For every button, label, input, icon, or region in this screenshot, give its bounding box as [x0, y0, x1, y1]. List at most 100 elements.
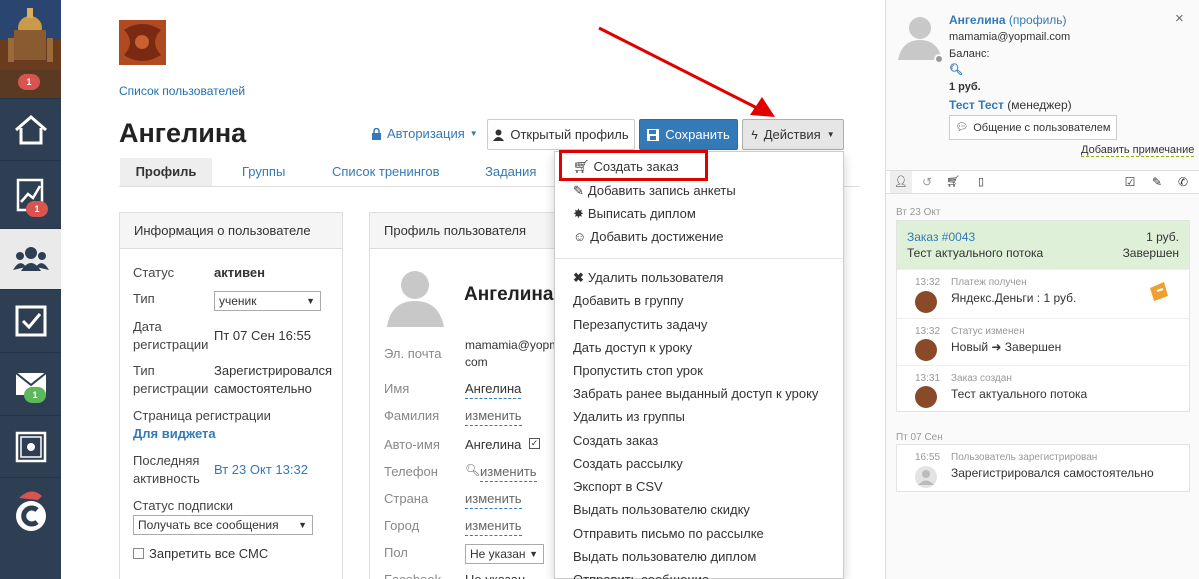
- menu-item-send-message[interactable]: Отправить сообщение: [573, 570, 709, 579]
- reg-page-link[interactable]: Для виджета: [133, 425, 216, 443]
- user-tab-icon[interactable]: 👤︎: [890, 171, 912, 193]
- close-icon[interactable]: ×: [1175, 10, 1184, 27]
- nav-users[interactable]: [0, 229, 61, 290]
- user-avatar[interactable]: [119, 20, 166, 65]
- nav-home[interactable]: [0, 99, 61, 161]
- event-label: Платеж получен: [951, 277, 1027, 288]
- mobile-tab-icon[interactable]: ▯: [970, 171, 992, 193]
- breadcrumb-users-list[interactable]: Список пользователей: [119, 84, 245, 98]
- phone-tab-icon[interactable]: ✆: [1172, 171, 1194, 193]
- home-icon: [14, 114, 47, 144]
- nav-messages[interactable]: 1: [0, 353, 61, 416]
- tab-tasks[interactable]: Задания: [485, 158, 536, 186]
- event-text: Зарегистрировался самостоятельно: [951, 466, 1154, 480]
- facebook-label: Facebook: [384, 571, 441, 579]
- nav-tasks[interactable]: [0, 290, 61, 353]
- history-tab-icon[interactable]: ↺: [916, 171, 938, 193]
- subscription-label: Статус подписки: [133, 498, 234, 513]
- autoname-value: Ангелина: [465, 437, 522, 452]
- default-avatar-icon: [915, 466, 937, 488]
- sms-checkbox-row[interactable]: Запретить все СМС: [133, 546, 268, 561]
- name-value[interactable]: Ангелина: [465, 380, 522, 399]
- type-select[interactable]: ученик ▼: [214, 291, 321, 311]
- menu-item-remove-from-group[interactable]: Удалить из группы: [573, 407, 685, 427]
- nav-analytics[interactable]: 1: [0, 161, 61, 229]
- chat-button-label: Общение с пользователем: [973, 121, 1111, 134]
- menu-item-give-diploma[interactable]: Выдать пользователю диплом: [573, 547, 756, 567]
- menu-item-export-csv[interactable]: Экспорт в CSV: [573, 477, 663, 497]
- autoname-checkbox[interactable]: ✓: [529, 438, 540, 449]
- reg-type-label-2: регистрации: [133, 381, 209, 396]
- city-edit-link[interactable]: изменить: [465, 517, 522, 536]
- order-summary[interactable]: [897, 221, 1189, 269]
- analytics-badge: 1: [26, 201, 48, 217]
- menu-item-add-questionnaire[interactable]: ✎ Добавить запись анкеты: [573, 181, 736, 201]
- nav-brand[interactable]: [0, 478, 61, 543]
- balance-value: 1 руб.: [949, 81, 981, 93]
- reg-type-value-1: Зарегистрировался: [214, 363, 333, 378]
- page-title: Ангелина: [119, 118, 247, 148]
- menu-item-skip-stop-lesson[interactable]: Пропустить стоп урок: [573, 361, 703, 381]
- actions-button[interactable]: ϟ Действия ▼: [742, 119, 844, 150]
- menu-item-create-order-2[interactable]: Создать заказ: [573, 431, 658, 451]
- last-active-label-2: активность: [133, 471, 200, 486]
- menu-item-delete-user[interactable]: ✖ Удалить пользователя: [573, 268, 723, 288]
- avatar-pattern-icon: [119, 20, 166, 65]
- actions-dropdown-menu: 🛒︎ Создать заказ ✎ Добавить запись анкеты …: [554, 151, 844, 579]
- menu-item-add-achievement[interactable]: ☺ Добавить достижение: [573, 227, 723, 247]
- facebook-value: Не указан: [465, 571, 525, 579]
- open-profile-button[interactable]: Открытый профиль: [487, 119, 635, 150]
- profile-name-heading: Ангелина: [464, 284, 554, 305]
- sms-label: Запретить все СМС: [149, 546, 269, 561]
- panel-user-name[interactable]: Ангелина: [949, 13, 1006, 27]
- checkbox-icon[interactable]: [133, 548, 144, 559]
- country-label: Страна: [384, 491, 429, 506]
- menu-item-create-mailing[interactable]: Создать рассылку: [573, 454, 683, 474]
- auth-dropdown[interactable]: Авторизация ▼: [371, 126, 478, 141]
- event-time: 13:31: [915, 373, 941, 384]
- reg-page-label: Страница регистрации: [133, 408, 271, 423]
- panel-user-name-row: Ангелина (профиль): [949, 13, 1067, 27]
- checklist-tab-icon[interactable]: ☑: [1119, 171, 1141, 193]
- search-icon[interactable]: 🔍︎: [949, 63, 963, 76]
- safe-settings-icon: [15, 431, 46, 462]
- tab-profile[interactable]: Профиль: [120, 158, 212, 186]
- tab-groups[interactable]: Группы: [242, 158, 285, 186]
- menu-item-add-to-group[interactable]: Добавить в группу: [573, 291, 684, 311]
- menu-item-restart-task[interactable]: Перезапустить задачу: [573, 315, 707, 335]
- nav-settings[interactable]: [0, 416, 61, 478]
- registration-feed: 16:55 Пользователь зарегистрирован Зарег…: [896, 444, 1190, 492]
- event-text: Новый ➜ Завершен: [951, 340, 1062, 354]
- tab-trainings[interactable]: Список тренингов: [332, 158, 440, 186]
- type-label: Тип: [133, 291, 155, 306]
- gender-select[interactable]: Не указан ▼: [465, 544, 544, 564]
- phone-edit-link[interactable]: изменить: [480, 463, 537, 482]
- school-logo[interactable]: 1: [0, 0, 61, 99]
- menu-item-give-discount[interactable]: Выдать пользователю скидку: [573, 500, 750, 520]
- last-active-value[interactable]: Вт 23 Окт 13:32: [214, 461, 308, 479]
- feed-item-payment: 13:32 Платеж получен Яндекс.Деньги : 1 р…: [897, 269, 1189, 318]
- manager-name[interactable]: Тест Тест: [949, 98, 1004, 112]
- add-note-link[interactable]: Добавить примечание: [1081, 144, 1195, 157]
- caret-down-icon: ▼: [306, 296, 315, 306]
- chat-with-user-button[interactable]: 💬︎ Общение с пользователем: [949, 115, 1117, 140]
- menu-item-send-mailing-letter[interactable]: Отправить письмо по рассылке: [573, 524, 764, 544]
- balance-label: Баланс:: [949, 48, 990, 60]
- surname-edit-link[interactable]: изменить: [465, 407, 522, 426]
- order-title[interactable]: Заказ #0043: [907, 230, 975, 244]
- country-edit-link[interactable]: изменить: [465, 490, 522, 509]
- cart-tab-icon[interactable]: 🛒︎: [942, 171, 964, 193]
- menu-item-revoke-lesson[interactable]: Забрать ранее выданный доступ к уроку: [573, 384, 818, 404]
- manager-row: Тест Тест (менеджер): [949, 98, 1072, 112]
- gender-select-value: Не указан: [470, 547, 526, 561]
- lock-icon: [372, 127, 381, 140]
- panel-profile-link[interactable]: (профиль): [1009, 13, 1067, 27]
- pencil-tab-icon[interactable]: ✎: [1146, 171, 1168, 193]
- autoname-label: Авто-имя: [384, 437, 440, 452]
- menu-item-grant-lesson[interactable]: Дать доступ к уроку: [573, 338, 692, 358]
- lightning-icon: ϟ: [751, 127, 758, 142]
- subscription-select[interactable]: Получать все сообщения ▼: [133, 515, 313, 535]
- date-separator: Вт 23 Окт: [896, 207, 941, 218]
- menu-item-issue-diploma[interactable]: ✸ Выписать диплом: [573, 204, 696, 224]
- save-button[interactable]: Сохранить: [639, 119, 738, 150]
